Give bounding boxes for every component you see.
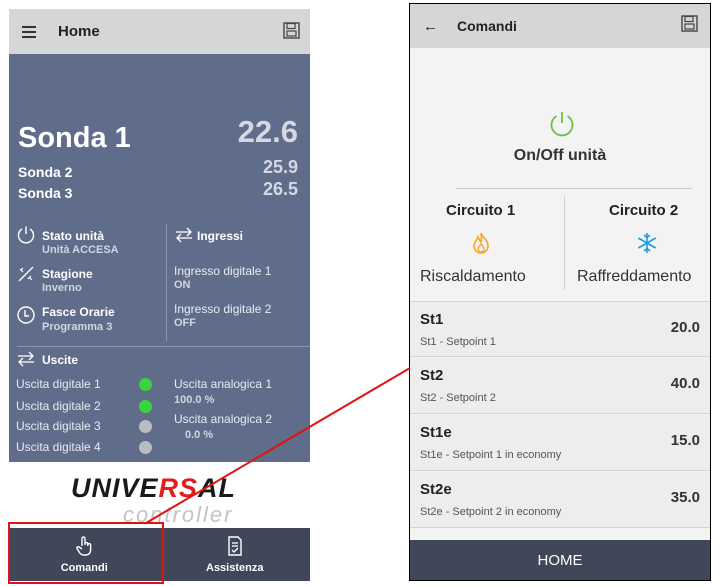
page-title: Comandi [457,18,517,34]
unit-status-value: Unità ACCESA [42,244,119,256]
nav-assistenza-button[interactable]: Assistenza [160,528,311,581]
digital-output-3-led [139,420,152,433]
probe-2-value: 25.9 [262,157,298,177]
flame-icon[interactable] [471,232,491,254]
outputs-arrows-icon [18,351,34,367]
setpoint-name: St2e [420,481,452,498]
circuit-1-title: Circuito 1 [446,202,516,219]
setpoint-description: St1e - Setpoint 1 in economy [420,449,562,461]
home-screen: Home Sonda 1 22.6 Sonda 2 25.9 Sonda 3 2… [9,9,310,581]
tutorial-figure: Home Sonda 1 22.6 Sonda 2 25.9 Sonda 3 2… [0,0,720,586]
circuit-divider [564,196,565,290]
analog-output-1-label: Uscita analogica 1 [174,377,273,391]
clock-icon [17,306,35,324]
setpoint-value[interactable]: 40.0 [671,375,700,392]
probe-3-value: 26.5 [262,179,298,199]
probe-3-label: Sonda 3 [18,185,73,201]
inputs-arrows-icon [176,227,192,243]
digital-input-1-value: ON [174,279,191,291]
digital-output-2-label: Uscita digitale 2 [16,399,101,413]
save-icon[interactable] [681,15,698,32]
digital-output-3-label: Uscita digitale 3 [16,419,101,433]
season-label: Stagione [42,267,93,281]
setpoint-name: St1 [420,311,444,328]
save-icon[interactable] [283,22,300,39]
season-icon [18,266,34,282]
power-icon [17,226,35,244]
snowflake-icon[interactable] [636,232,658,254]
analog-output-2-value: 0.0 % [185,429,214,441]
hamburger-menu-icon[interactable] [22,23,36,41]
analog-output-1-value: 100.0 % [174,394,215,406]
logo-wordmark: UNIVERSAL [71,473,237,503]
probe-2-label: Sonda 2 [18,164,73,180]
setpoint-row[interactable]: St1 St1 - Setpoint 1 20.0 [410,301,710,357]
section-divider [17,346,310,347]
setpoint-name: St2 [420,367,444,384]
setpoint-name: St1e [420,424,452,441]
column-divider [166,224,167,341]
digital-input-1-label: Ingresso digitale 1 [174,264,272,278]
document-checklist-icon [228,536,242,556]
onoff-unit-label[interactable]: On/Off unità [410,147,710,165]
analog-output-2-label: Uscita analogica 2 [174,412,273,426]
comandi-toolbar: ← Comandi [410,4,710,48]
setpoint-row[interactable]: St2 St2 - Setpoint 2 40.0 [410,358,710,414]
digital-output-2-led [139,400,152,413]
season-value: Inverno [42,282,82,294]
home-toolbar: Home [9,9,310,54]
digital-output-1-led [139,378,152,391]
back-arrow-icon[interactable]: ← [423,18,438,35]
probe-1-label: Sonda 1 [18,122,131,154]
highlight-box [8,522,164,584]
digital-output-1-label: Uscita digitale 1 [16,377,101,391]
digital-input-2-label: Ingresso digitale 2 [174,302,272,316]
inputs-title: Ingressi [197,229,244,243]
power-toggle-icon[interactable] [548,110,576,138]
circuit-2-mode[interactable]: Raffreddamento [577,268,691,286]
home-button[interactable]: HOME [410,540,710,580]
time-bands-label: Fasce Orarie [42,305,115,319]
setpoint-row[interactable]: St1e St1e - Setpoint 1 in economy 15.0 [410,415,710,471]
setpoint-description: St2 - Setpoint 2 [420,392,496,404]
digital-output-4-led [139,441,152,454]
time-bands-value: Programma 3 [42,321,113,333]
page-title: Home [58,23,100,40]
comandi-screen: ← Comandi On/Off unità Circuito 1 Riscal… [409,3,711,581]
setpoint-row[interactable]: St2e St2e - Setpoint 2 in economy 35.0 [410,472,710,528]
divider [456,188,692,189]
setpoint-value[interactable]: 20.0 [671,319,700,336]
unit-status-label: Stato unità [42,229,104,243]
nav-assistenza-label: Assistenza [206,562,264,574]
setpoint-description: St2e - Setpoint 2 in economy [420,506,562,518]
outputs-title: Uscite [42,353,79,367]
setpoint-value[interactable]: 35.0 [671,489,700,506]
probe-1-value: 22.6 [237,114,298,149]
setpoint-description: St1 - Setpoint 1 [420,336,496,348]
circuit-1-mode[interactable]: Riscaldamento [420,268,526,286]
setpoint-value[interactable]: 15.0 [671,432,700,449]
circuit-2-title: Circuito 2 [609,202,679,219]
digital-output-4-label: Uscita digitale 4 [16,440,101,454]
digital-input-2-value: OFF [174,317,196,329]
